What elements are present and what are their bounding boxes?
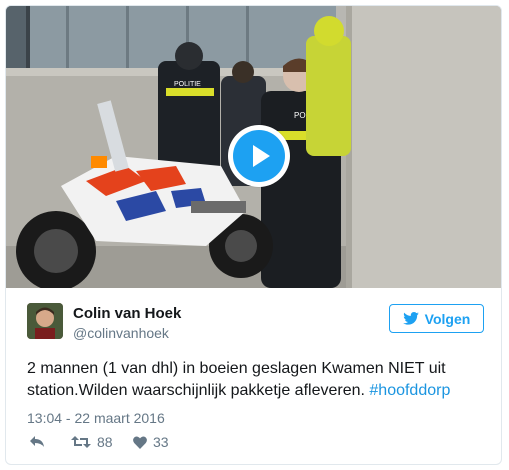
video-thumbnail[interactable]: POLITIE POLITIE: [6, 6, 501, 288]
tweet-text: 2 mannen (1 van dhl) in boeien geslagen …: [27, 358, 487, 402]
reply-icon: [30, 436, 44, 447]
avatar[interactable]: [27, 303, 63, 339]
like-button[interactable]: 33: [133, 434, 169, 450]
hashtag-link[interactable]: #hoofddorp: [369, 382, 450, 399]
retweet-button[interactable]: 88: [71, 434, 113, 450]
follow-label: Volgen: [424, 310, 471, 327]
tweet-actions: 88 33: [27, 434, 327, 456]
twitter-bird-icon: [402, 312, 419, 325]
author-name[interactable]: Colin van Hoek: [73, 305, 181, 322]
play-icon: [253, 145, 270, 167]
retweet-icon: [71, 436, 91, 448]
play-button[interactable]: [228, 125, 290, 187]
like-count: 33: [153, 434, 169, 450]
avatar-image: [27, 303, 63, 339]
vest-text: POLITIE: [174, 81, 201, 88]
heart-icon: [133, 436, 147, 449]
author-handle[interactable]: @colinvanhoek: [73, 325, 169, 341]
follow-button[interactable]: Volgen: [389, 304, 484, 333]
reply-button[interactable]: [29, 434, 45, 448]
tweet-card: POLITIE POLITIE: [5, 5, 502, 465]
retweet-count: 88: [97, 434, 113, 450]
tweet-timestamp[interactable]: 13:04 - 22 maart 2016: [27, 410, 165, 426]
play-circle: [233, 130, 285, 182]
tweet-header: Colin van Hoek @colinvanhoek Volgen: [27, 303, 487, 347]
